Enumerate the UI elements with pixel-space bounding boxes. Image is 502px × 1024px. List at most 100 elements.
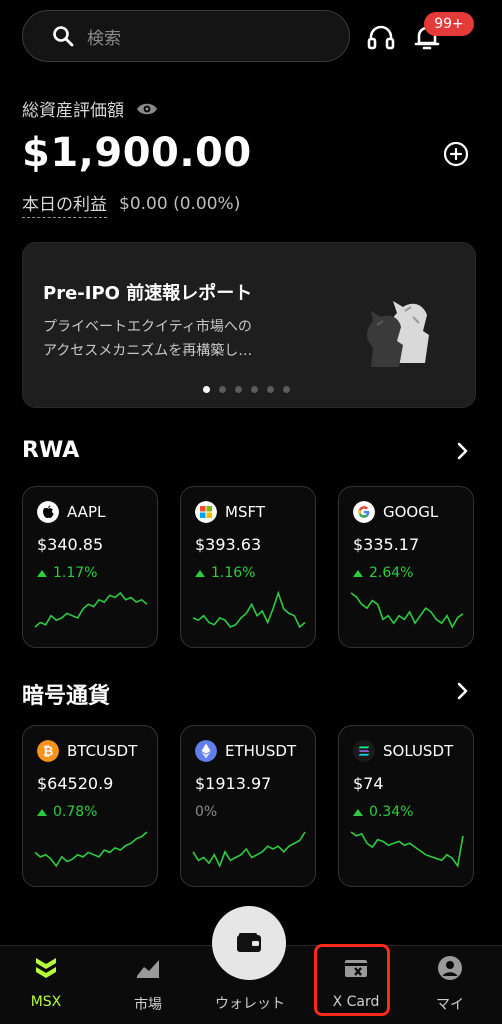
eye-icon[interactable] [136, 101, 158, 117]
pagination-dot[interactable] [267, 386, 274, 393]
promo-banner[interactable]: Pre-IPO 前速報レポート プライベートエクイティ市場への アクセスメカニズム… [22, 242, 476, 408]
sparkline-series [192, 590, 306, 629]
asset-change: 1.16% [195, 565, 255, 581]
msx-logo-icon [36, 958, 56, 978]
asset-logo [353, 740, 375, 762]
up-arrow-icon [195, 569, 205, 577]
nav-wallet-label[interactable]: ウォレット [200, 993, 300, 1013]
card-header: SOLUSDT [353, 740, 453, 762]
asset-change-value: 0% [195, 804, 218, 820]
asset-change-value: 0.78% [53, 804, 98, 820]
daily-profit-row: 本日の利益 $0.00 (0.00%) [22, 190, 240, 218]
crypto-chevron-right-icon[interactable] [452, 681, 472, 701]
pagination-dot[interactable] [251, 386, 258, 393]
asset-symbol: BTCUSDT [67, 742, 138, 760]
rwa-card-googl[interactable]: GOOGL $335.17 2.64% [338, 486, 474, 648]
crypto-section-title: 暗号通貨 [22, 684, 111, 709]
pagination-dot[interactable] [219, 386, 226, 393]
crypto-card-btcusdt[interactable]: ₿ BTCUSDT $64520.9 0.78% [22, 725, 158, 887]
nav-market[interactable]: 市場 [108, 954, 188, 1014]
add-circle-icon[interactable] [443, 141, 469, 167]
rwa-card-aapl[interactable]: AAPL $340.85 1.17% [22, 486, 158, 648]
sparkline-series [350, 831, 464, 869]
google-icon [353, 501, 375, 523]
asset-price: $393.63 [195, 535, 262, 554]
nav-msx[interactable]: MSX [6, 954, 86, 1010]
nav-market-label: 市場 [134, 997, 162, 1013]
rwa-chevron-right-icon[interactable] [452, 441, 472, 461]
asset-change: 0.34% [353, 804, 413, 820]
pagination-dot[interactable] [283, 386, 290, 393]
sparkline-series [350, 592, 464, 629]
asset-price: $1913.97 [195, 774, 272, 793]
sparkline-chart [350, 592, 464, 629]
nav-msx-label: MSX [30, 994, 62, 1010]
headset-icon[interactable] [366, 22, 396, 52]
rwa-card-msft[interactable]: MSFT $393.63 1.16% [180, 486, 316, 648]
asset-change-value: 0.34% [369, 804, 414, 820]
asset-symbol: SOLUSDT [383, 742, 454, 760]
asset-change: 2.64% [353, 565, 413, 581]
total-balance: $1,900.00 [22, 130, 252, 176]
rwa-section-title: RWA [22, 438, 80, 463]
up-arrow-icon [37, 808, 47, 816]
card-header: ₿ BTCUSDT [37, 740, 137, 762]
crypto-card-ethusdt[interactable]: ETHUSDT $1913.97 0% [180, 725, 316, 887]
asset-change: 0.78% [37, 804, 97, 820]
bitcoin-icon: ₿ [37, 740, 59, 762]
sparkline-chart [34, 831, 148, 868]
asset-change-value: 1.16% [211, 565, 256, 581]
top-bar: 検索 99+ [22, 10, 502, 64]
crypto-card-solusdt[interactable]: SOLUSDT $74 0.34% [338, 725, 474, 887]
asset-symbol: ETHUSDT [225, 742, 297, 760]
banner-description-line: アクセスメカニズムを再構築し… [43, 343, 253, 359]
up-arrow-icon [353, 569, 363, 577]
sparkline-chart [34, 591, 148, 628]
asset-symbol: MSFT [225, 503, 265, 521]
daily-profit-value: $0.00 (0.00%) [119, 194, 241, 214]
asset-logo [195, 740, 217, 762]
up-arrow-icon [37, 569, 47, 577]
asset-price: $335.17 [353, 535, 420, 554]
chess-knights-illustration [367, 301, 429, 367]
user-icon [438, 956, 462, 980]
ethereum-icon [195, 740, 217, 762]
asset-logo [37, 501, 59, 523]
notification-badge[interactable]: 99+ [424, 12, 474, 36]
card-header: ETHUSDT [195, 740, 296, 762]
banner-description: プライベートエクイティ市場への アクセスメカニズムを再構築し… [43, 315, 283, 363]
asset-change-value: 1.17% [53, 565, 98, 581]
x-card-highlight-box [314, 944, 390, 1016]
card-header: MSFT [195, 501, 265, 523]
asset-change: 0% [195, 804, 217, 820]
asset-change: 1.17% [37, 565, 97, 581]
search-placeholder: 検索 [87, 28, 121, 49]
asset-price: $340.85 [37, 535, 104, 554]
sparkline-chart [192, 831, 306, 869]
sparkline-series [34, 831, 148, 868]
asset-logo [195, 501, 217, 523]
pagination-dot[interactable] [203, 386, 210, 393]
asset-symbol: AAPL [67, 503, 106, 521]
asset-logo: ₿ [37, 740, 59, 762]
card-header: AAPL [37, 501, 105, 523]
daily-profit-label[interactable]: 本日の利益 [22, 190, 107, 218]
asset-change-value: 2.64% [369, 565, 414, 581]
search-icon [53, 26, 74, 47]
chart-icon [137, 960, 159, 978]
sparkline-chart [192, 590, 306, 629]
wallet-icon [237, 933, 261, 952]
nav-my[interactable]: マイ [410, 954, 490, 1014]
total-assets-label: 総資産評価額 [22, 96, 158, 121]
apple-icon [37, 501, 59, 523]
nav-my-label: マイ [436, 997, 464, 1013]
total-assets-text: 総資産評価額 [22, 101, 124, 121]
wallet-button[interactable] [212, 906, 286, 980]
banner-pagination [203, 386, 290, 393]
pagination-dot[interactable] [235, 386, 242, 393]
asset-price: $74 [353, 774, 384, 793]
search-input[interactable]: 検索 [22, 10, 350, 62]
asset-logo [353, 501, 375, 523]
sparkline-series [192, 831, 306, 869]
bitcoin-glyph: ₿ [43, 745, 54, 760]
